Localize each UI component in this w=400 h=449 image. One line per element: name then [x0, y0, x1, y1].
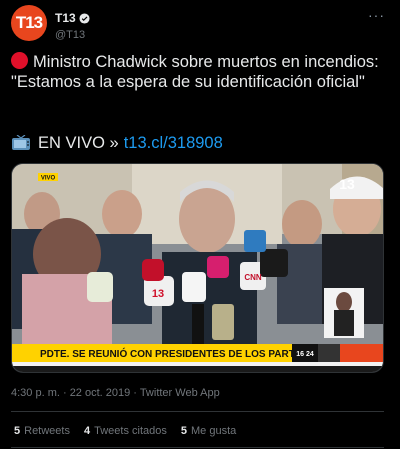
quotes-stat[interactable]: 4 Tweets citados: [84, 425, 167, 437]
retweets-label: Retweets: [24, 425, 70, 437]
news-video-frame: VIVO 13 13 CNN PDTE. SE REUNIÓ CON PRESI…: [12, 164, 383, 372]
avatar[interactable]: T13: [11, 5, 47, 41]
tweet-text: Ministro Chadwick sobre muertos en incen…: [11, 52, 381, 92]
more-options-icon[interactable]: ···: [368, 7, 385, 23]
channel-bug-text: 13: [339, 176, 355, 192]
display-name[interactable]: T13: [55, 11, 90, 25]
retweets-count: 5: [14, 425, 21, 437]
quotes-count: 4: [83, 425, 91, 437]
red-circle-icon: [11, 52, 28, 69]
tweet-meta[interactable]: 4:30 p. m. · 22 oct. 2019 · Twitter Web …: [11, 387, 220, 399]
tweet-header: T13 T13 @T13 ···: [11, 5, 389, 41]
live-label: EN VIVO »: [38, 134, 119, 152]
tweet-media[interactable]: VIVO 13 13 CNN PDTE. SE REUNIÓ CON PRESI…: [11, 163, 384, 373]
likes-count: 5: [180, 425, 187, 437]
divider-bottom: [11, 447, 384, 448]
tweet-link[interactable]: t13.cl/318908: [124, 133, 223, 153]
tv-icon: [12, 135, 30, 150]
live-badge-text: VIVO: [41, 176, 56, 182]
retweets-stat[interactable]: 5 Retweets: [14, 425, 70, 437]
tweet-stats: 5 Retweets 4 Tweets citados 5 Me gusta: [14, 425, 236, 437]
user-handle[interactable]: @T13: [55, 29, 90, 41]
tweet-body: Ministro Chadwick sobre muertos en incen…: [11, 53, 379, 91]
display-name-text[interactable]: T13: [55, 11, 76, 25]
live-line: EN VIVO » t13.cl/318908: [11, 133, 223, 153]
mic-label-cnn: CNN: [244, 273, 262, 282]
divider: [11, 411, 384, 412]
quotes-label: Tweets citados: [94, 425, 167, 437]
author-names: T13 @T13: [55, 9, 90, 41]
verified-badge-icon: [79, 12, 90, 24]
ticker-text: PDTE. SE REUNIÓ CON PRESIDENTES DE LOS P…: [40, 347, 320, 360]
ticker-time: 16 24: [296, 351, 314, 358]
mic-label-13: 13: [152, 288, 164, 300]
likes-label: Me gusta: [191, 425, 237, 437]
likes-stat[interactable]: 5 Me gusta: [181, 425, 236, 437]
